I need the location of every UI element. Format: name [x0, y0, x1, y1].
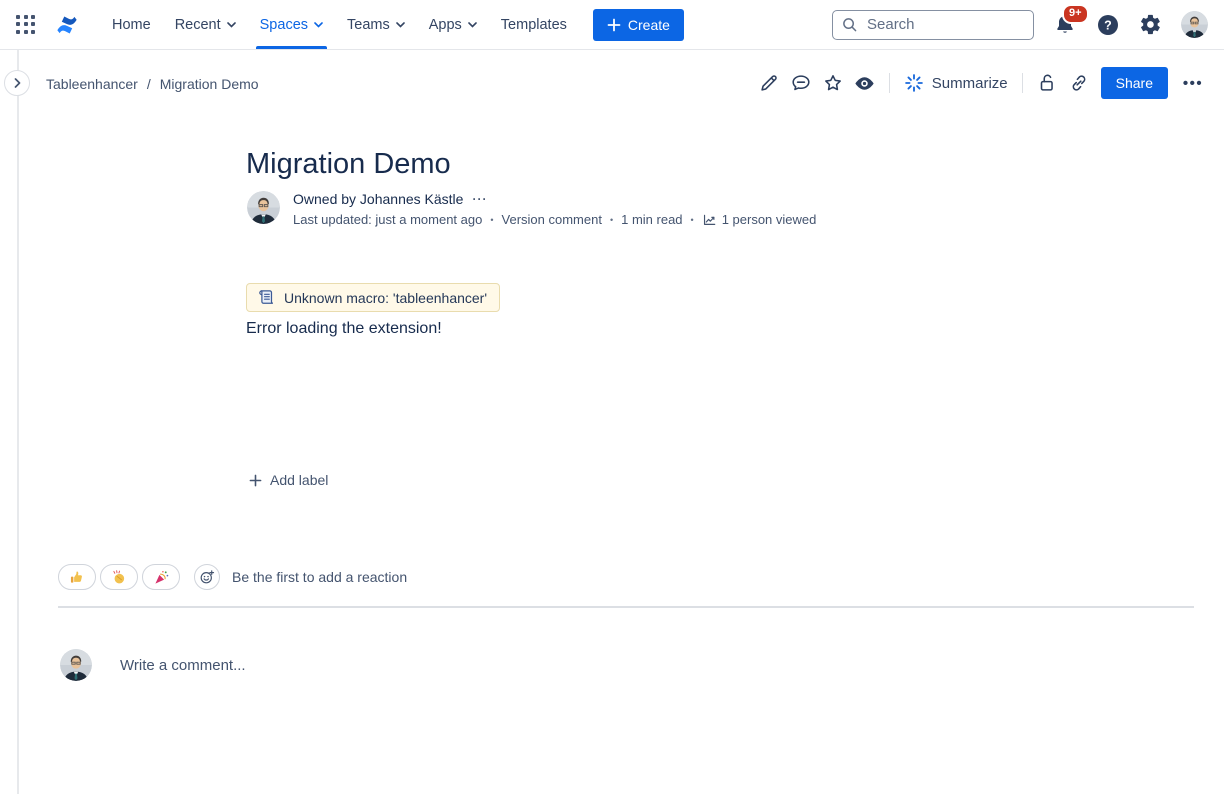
- add-reaction-smiley-icon: [199, 569, 215, 585]
- nav-item-spaces[interactable]: Spaces: [248, 0, 335, 49]
- nav-item-teams[interactable]: Teams: [335, 0, 417, 49]
- add-reaction-button[interactable]: [194, 564, 220, 590]
- create-button[interactable]: Create: [593, 9, 684, 41]
- breadcrumb-space-link[interactable]: Tableenhancer: [46, 76, 138, 92]
- restrictions-button[interactable]: [1031, 67, 1063, 99]
- link-icon: [1068, 72, 1090, 94]
- sidebar-expand-button[interactable]: [4, 70, 30, 96]
- nav-item-label: Home: [112, 17, 151, 33]
- reaction-prompt-text: Be the first to add a reaction: [232, 569, 407, 585]
- breadcrumb-separator: /: [147, 76, 151, 92]
- owner-avatar[interactable]: [247, 191, 280, 224]
- star-icon: [822, 72, 844, 94]
- create-button-label: Create: [628, 17, 670, 33]
- add-label-text: Add label: [270, 472, 328, 488]
- page-action-bar: Summarize Share •••: [753, 66, 1210, 100]
- add-label-button[interactable]: Add label: [249, 472, 328, 488]
- svg-text:?: ?: [1104, 18, 1112, 32]
- owned-by-text[interactable]: Owned by Johannes Kästle: [293, 191, 463, 207]
- comment-bubble-icon: [790, 72, 812, 94]
- owner-more-button[interactable]: ···: [472, 192, 487, 206]
- breadcrumb-page-link[interactable]: Migration Demo: [160, 76, 259, 92]
- ai-sparkle-icon: [904, 73, 924, 93]
- divider: [1022, 73, 1023, 93]
- reaction-party-popper-button[interactable]: [142, 564, 180, 590]
- plus-icon: [607, 18, 621, 32]
- search-icon: [842, 17, 857, 32]
- macro-scroll-icon: [256, 288, 275, 307]
- clap-emoji: [112, 570, 127, 585]
- nav-item-label: Spaces: [260, 17, 308, 33]
- user-avatar: [1181, 11, 1208, 38]
- nav-item-label: Templates: [501, 17, 567, 33]
- chevron-down-icon: [314, 22, 323, 28]
- primary-nav: Home Recent Spaces Teams Apps Templates: [100, 0, 579, 49]
- chevron-down-icon: [227, 22, 236, 28]
- sidebar-divider: [17, 50, 19, 794]
- dot-separator: •: [691, 215, 694, 225]
- party-popper-emoji: [154, 570, 169, 585]
- summarize-label: Summarize: [932, 75, 1008, 92]
- eye-icon: [853, 72, 876, 95]
- reaction-clap-button[interactable]: [100, 564, 138, 590]
- macro-message: Unknown macro: 'tableenhancer': [284, 290, 487, 306]
- settings-button[interactable]: [1139, 13, 1162, 36]
- breadcrumb: Tableenhancer / Migration Demo: [46, 76, 259, 92]
- search-box[interactable]: [832, 10, 1034, 40]
- more-actions-button[interactable]: •••: [1176, 75, 1210, 92]
- last-updated-text[interactable]: Last updated: just a moment ago: [293, 212, 482, 227]
- comments-button[interactable]: [785, 67, 817, 99]
- commenter-avatar: [60, 649, 92, 681]
- notifications-button[interactable]: 9+: [1053, 13, 1077, 37]
- reaction-thumbs-up-button[interactable]: [58, 564, 96, 590]
- read-time-text: 1 min read: [621, 212, 682, 227]
- edit-button[interactable]: [753, 67, 785, 99]
- search-input[interactable]: [865, 15, 1024, 34]
- share-button[interactable]: Share: [1101, 67, 1168, 99]
- help-icon: ?: [1096, 13, 1120, 37]
- dot-separator: •: [610, 215, 613, 225]
- help-button[interactable]: ?: [1096, 13, 1120, 37]
- star-button[interactable]: [817, 67, 849, 99]
- comment-input-row[interactable]: Write a comment...: [60, 649, 246, 681]
- nav-item-templates[interactable]: Templates: [489, 0, 579, 49]
- divider: [889, 73, 890, 93]
- notification-badge: 9+: [1062, 4, 1089, 24]
- nav-item-recent[interactable]: Recent: [163, 0, 248, 49]
- thumbs-up-emoji: [70, 570, 85, 585]
- chevron-right-icon: [14, 78, 21, 88]
- app-switcher-icon[interactable]: [16, 15, 36, 35]
- reactions-bar: Be the first to add a reaction: [58, 564, 407, 590]
- confluence-logo[interactable]: [54, 12, 80, 38]
- analytics-icon: [702, 213, 717, 227]
- comment-placeholder[interactable]: Write a comment...: [120, 657, 246, 674]
- extension-error-text: Error loading the extension!: [246, 320, 442, 338]
- nav-item-home[interactable]: Home: [100, 0, 163, 49]
- nav-item-label: Recent: [175, 17, 221, 33]
- summarize-button[interactable]: Summarize: [898, 73, 1014, 93]
- nav-item-label: Teams: [347, 17, 390, 33]
- page-title: Migration Demo: [246, 148, 451, 181]
- watch-button[interactable]: [849, 67, 881, 99]
- analytics-viewers-link[interactable]: 1 person viewed: [702, 212, 817, 227]
- gear-icon: [1139, 13, 1162, 36]
- dot-separator: •: [490, 215, 493, 225]
- nav-item-apps[interactable]: Apps: [417, 0, 489, 49]
- comments-divider: [58, 606, 1194, 608]
- top-navigation: Home Recent Spaces Teams Apps Templates …: [0, 0, 1224, 50]
- chevron-down-icon: [396, 22, 405, 28]
- viewers-label: 1 person viewed: [722, 212, 817, 227]
- nav-item-label: Apps: [429, 17, 462, 33]
- byline: Owned by Johannes Kästle ··· Last update…: [247, 191, 816, 227]
- chevron-down-icon: [468, 22, 477, 28]
- unlock-icon: [1036, 72, 1058, 94]
- unknown-macro-chip[interactable]: Unknown macro: 'tableenhancer': [246, 283, 500, 312]
- pencil-icon: [758, 72, 780, 94]
- copy-link-button[interactable]: [1063, 67, 1095, 99]
- profile-button[interactable]: [1181, 11, 1208, 38]
- version-comment-link[interactable]: Version comment: [502, 212, 602, 227]
- plus-icon: [249, 474, 262, 487]
